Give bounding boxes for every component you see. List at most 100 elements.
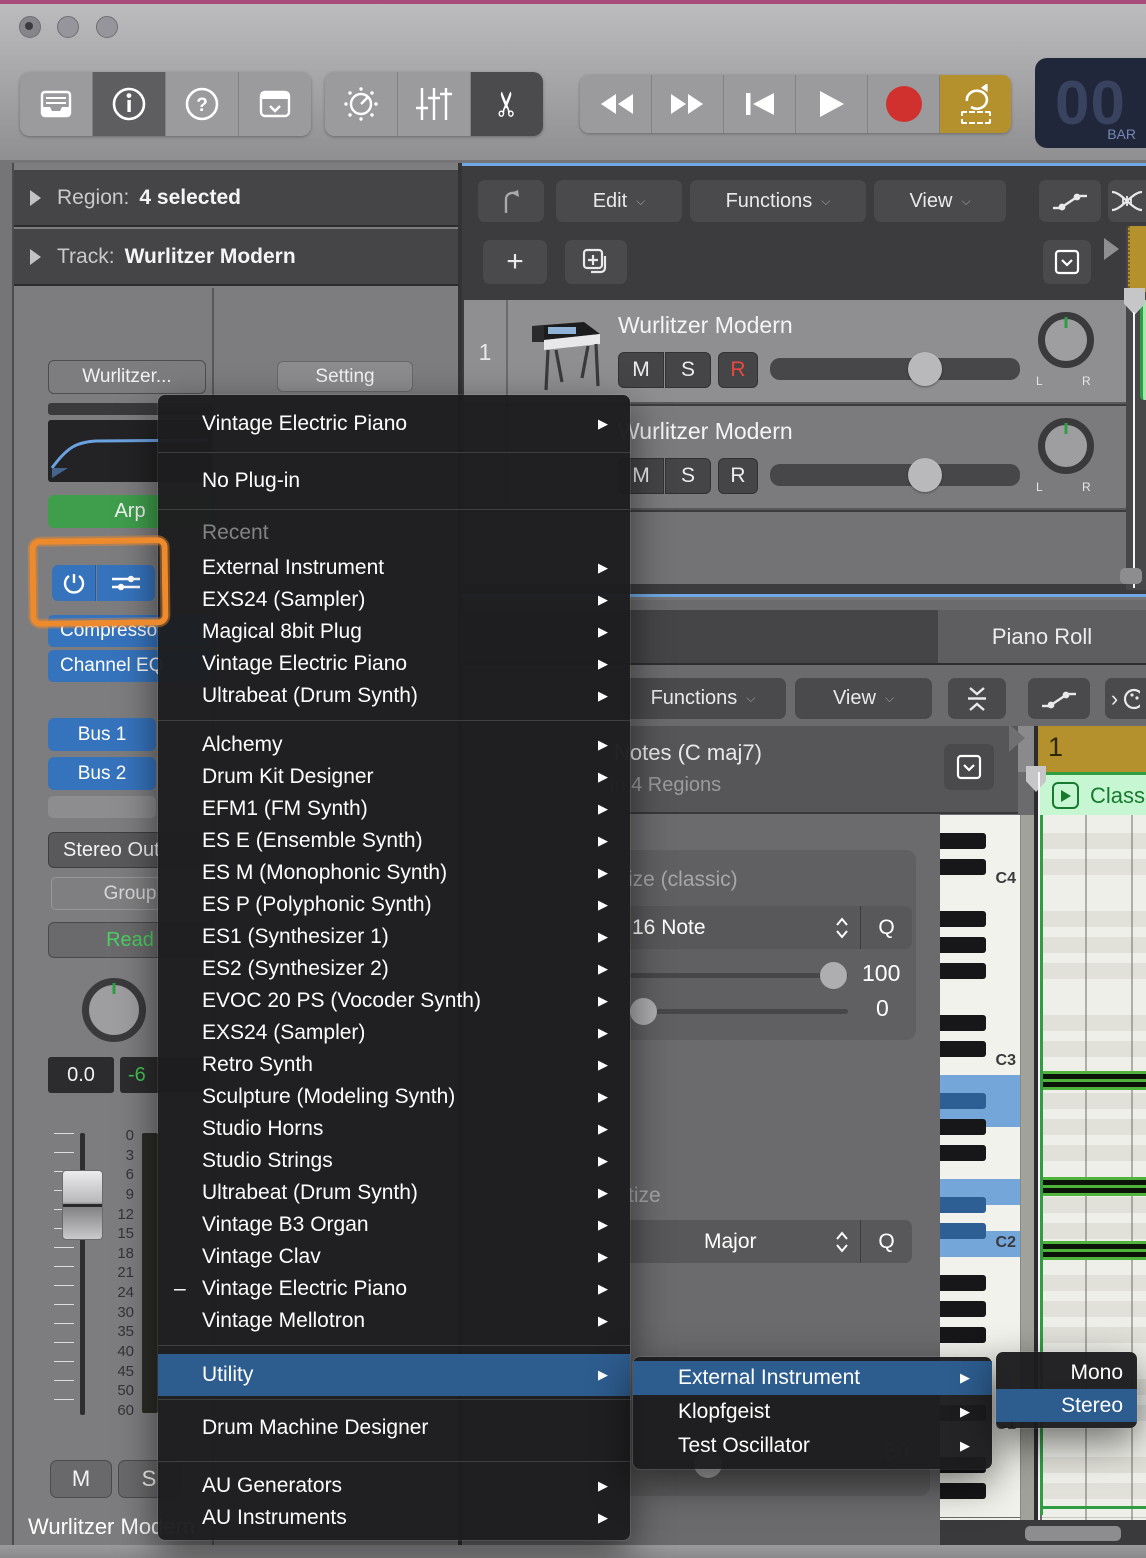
menu-item[interactable]: EFM1 (FM Synth) [158,793,630,825]
menu-item[interactable]: EXS24 (Sampler) [158,584,630,616]
piano-key-black[interactable] [940,1197,986,1213]
piano-key-black[interactable] [940,937,986,953]
inspector-button[interactable] [93,72,166,136]
track-record-button[interactable]: R [718,352,758,388]
go-to-beginning-button[interactable] [724,75,796,133]
collapse-button[interactable] [948,678,1006,719]
cycle-button[interactable] [940,75,1011,133]
track-solo-button[interactable]: S [665,352,711,388]
lcd-display[interactable]: 00 BAR [1035,58,1146,148]
menu-item[interactable]: Vintage B3 Organ [158,1209,630,1241]
catch-playhead-button[interactable] [478,180,544,222]
minimize-button[interactable] [57,16,79,38]
menu-item[interactable]: Vintage Electric Piano [158,399,630,449]
quantize-strength-slider[interactable] [630,973,848,978]
play-button[interactable] [796,75,868,133]
fader-cap[interactable] [62,1170,103,1240]
editors-button[interactable]: ✂ [471,72,543,136]
fast-forward-button[interactable] [652,75,724,133]
menu-item[interactable]: Vintage Clav [158,1241,630,1273]
menu-item[interactable]: Studio Horns [158,1113,630,1145]
mixer-button[interactable] [398,72,471,136]
pianoroll-view-menu[interactable]: View⌵ [795,678,932,719]
mute-button[interactable]: M [50,1460,112,1498]
piano-key-black[interactable] [940,1145,986,1161]
menu-item[interactable]: Studio Strings [158,1145,630,1177]
piano-key-black[interactable] [940,1483,986,1499]
region-inspector-header[interactable]: Region: 4 selected [14,170,458,227]
setting-button[interactable]: Setting [277,361,413,392]
pianoroll-hscrollbar[interactable] [1025,1526,1121,1541]
piano-key-black[interactable] [940,963,986,979]
menu-item[interactable]: AU Instruments [158,1502,630,1534]
notes-options-button[interactable] [944,744,994,790]
library-button[interactable] [20,72,93,136]
track-volume-thumb[interactable] [908,352,942,386]
duplicate-track-button[interactable] [565,240,627,284]
quantize-range-thumb[interactable] [630,998,657,1025]
track-mute-button[interactable]: M [618,352,664,388]
cycle-range[interactable]: 1 [1038,726,1146,772]
menu-item[interactable]: Ultrabeat (Drum Synth) [158,1177,630,1209]
zoom-button[interactable] [96,16,118,38]
track-solo-button[interactable]: S [665,458,711,494]
time-quantize-q-button[interactable]: Q [861,906,912,949]
midi-note-C2[interactable] [1042,1241,1146,1260]
piano-key-black[interactable] [940,859,986,875]
menu-item[interactable]: EVOC 20 PS (Vocoder Synth) [158,985,630,1017]
piano-key-black[interactable] [940,911,986,927]
menu-item[interactable]: Ultrabeat (Drum Synth) [158,680,630,712]
quantize-strength-thumb[interactable] [820,962,847,989]
menu-item[interactable]: Recent [158,514,630,552]
menu-item[interactable]: External Instrument [158,552,630,584]
piano-key-black[interactable] [940,1119,986,1135]
time-quantize-dropdown[interactable]: 16 Note Q [612,906,912,949]
send-slot-1[interactable]: Bus 1 [48,718,156,751]
piano-key-black[interactable] [940,1301,986,1317]
menu-item[interactable]: Vintage Electric Piano [158,1273,630,1305]
close-button[interactable] [19,16,41,38]
scale-quantize-dropdown[interactable]: Major Q [612,1220,912,1263]
format-item[interactable]: Stereo [996,1389,1137,1422]
track-volume-slider[interactable] [770,358,1020,380]
menu-item[interactable]: Drum Machine Designer [158,1403,630,1453]
menu-item[interactable]: Drum Kit Designer [158,761,630,793]
empty-send-slot[interactable] [48,796,156,818]
submenu-item[interactable]: Test Oscillator [633,1429,992,1463]
menu-item[interactable]: ES M (Monophonic Synth) [158,857,630,889]
tracks-view-menu[interactable]: View⌵ [874,180,1006,222]
track-pan-knob[interactable] [1038,312,1094,368]
tracks-scrollbar[interactable] [1120,568,1142,584]
menu-item[interactable]: ES P (Polyphonic Synth) [158,889,630,921]
send-slot-2[interactable]: Bus 2 [48,757,156,790]
add-track-button[interactable]: + [483,240,547,284]
format-item[interactable]: Mono [996,1356,1137,1389]
quick-help-button[interactable]: ? [166,72,239,136]
tracks-functions-menu[interactable]: Functions⌵ [690,180,866,222]
piano-key-black[interactable] [940,1275,986,1291]
piano-key-black[interactable] [940,1223,986,1239]
volume-value[interactable]: 0.0 [48,1057,114,1093]
track-volume-slider[interactable] [770,464,1020,486]
menu-item[interactable]: Alchemy [158,729,630,761]
smart-controls-button[interactable] [325,72,398,136]
tracks-flex-button[interactable] [1108,180,1146,222]
track-header-options-button[interactable] [1043,240,1091,284]
piano-key-black[interactable] [940,833,986,849]
pan-knob[interactable] [82,978,146,1042]
region-header[interactable]: Class [1040,772,1146,815]
toolbar-button[interactable] [239,72,311,136]
track-volume-thumb[interactable] [908,458,942,492]
pianoroll-automation-button[interactable] [1028,678,1090,719]
piano-key-black[interactable] [940,1093,986,1109]
menu-item[interactable]: Sculpture (Modeling Synth) [158,1081,630,1113]
midi-note-E2[interactable] [1042,1177,1146,1196]
tab-piano-roll[interactable]: Piano Roll [938,610,1146,665]
quantize-range-slider[interactable] [630,1009,848,1014]
menu-item[interactable]: Utility [158,1354,630,1396]
menu-item[interactable]: Magical 8bit Plug [158,616,630,648]
patch-name-button[interactable]: Wurlitzer... [48,360,206,394]
pianoroll-functions-menu[interactable]: Functions⌵ [620,678,786,719]
menu-item[interactable]: Vintage Mellotron [158,1305,630,1337]
record-button[interactable] [868,75,940,133]
